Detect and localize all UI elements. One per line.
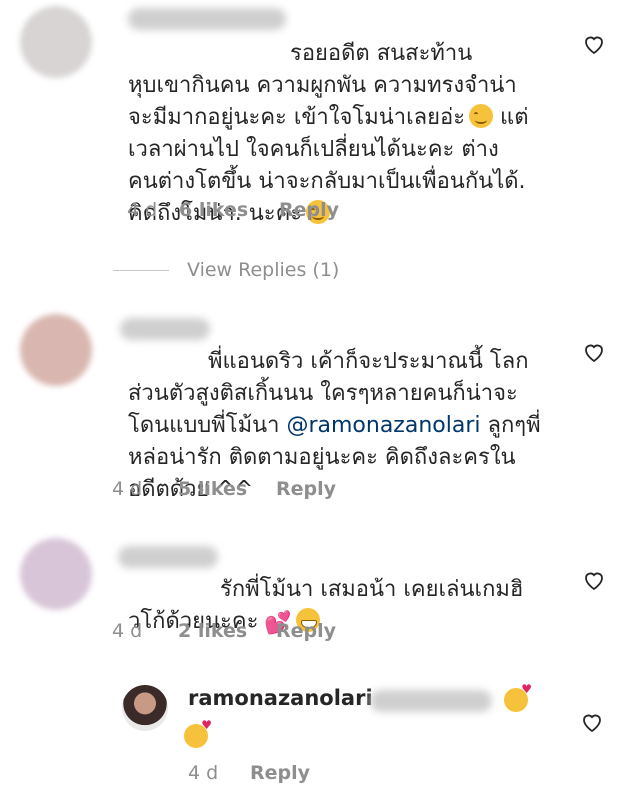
likes-count[interactable]: 6 likes (179, 199, 279, 221)
redacted-text (370, 690, 492, 712)
comment-time: 4 d (127, 199, 158, 221)
comment-text: รอยอดีต สนสะท้าน หุบเขากินคน ความผูกพัน … (128, 41, 529, 226)
reply-comment: ramonazanolari 4 d Reply (0, 680, 640, 800)
likes-count[interactable]: 5 likes (178, 478, 276, 500)
comment-time: 4 d (188, 762, 219, 784)
view-replies-link[interactable]: View Replies (1) (187, 259, 339, 281)
comment-1: รอยอดีต สนสะท้าน หุบเขากินคน ความผูกพัน … (0, 0, 640, 250)
username[interactable]: ramonazanolari (188, 686, 373, 710)
avatar[interactable] (20, 538, 92, 610)
comment-3: รักพี่โม้นา เสมอน้า เคยเล่นเกมฮิ วโก้ด้ว… (0, 538, 640, 648)
comment-meta: 4 d 5 likes Reply (112, 478, 336, 500)
comment-time: 4 d (112, 620, 143, 642)
comment-time: 4 d (112, 478, 143, 500)
heart-outline-icon[interactable] (582, 32, 606, 56)
comment-meta: 4 d Reply (188, 762, 310, 784)
heart-outline-icon[interactable] (582, 568, 606, 592)
comment-meta: 4 d 2 likes Reply (112, 620, 336, 642)
mention-link[interactable]: @ramonazanolari (286, 413, 480, 438)
avatar[interactable] (20, 314, 92, 386)
avatar[interactable] (122, 685, 168, 731)
face-blowing-kiss-icon (184, 718, 212, 748)
avatar[interactable] (20, 6, 92, 78)
comment-meta: 4 d 6 likes Reply (127, 199, 339, 221)
heart-outline-icon[interactable] (580, 710, 604, 734)
likes-count[interactable]: 2 likes (178, 620, 276, 642)
view-replies-divider (113, 270, 169, 271)
heart-outline-icon[interactable] (582, 340, 606, 364)
reply-button[interactable]: Reply (279, 199, 339, 221)
smiling-face-icon (469, 104, 494, 128)
reply-button[interactable]: Reply (276, 478, 336, 500)
reply-button[interactable]: Reply (276, 620, 336, 642)
comment-2: พี่แอนดริว เค้าก็จะประมาณนี้ โลก ส่วนตัว… (0, 310, 640, 510)
reply-button[interactable]: Reply (250, 762, 310, 784)
face-blowing-kiss-icon (504, 682, 532, 712)
